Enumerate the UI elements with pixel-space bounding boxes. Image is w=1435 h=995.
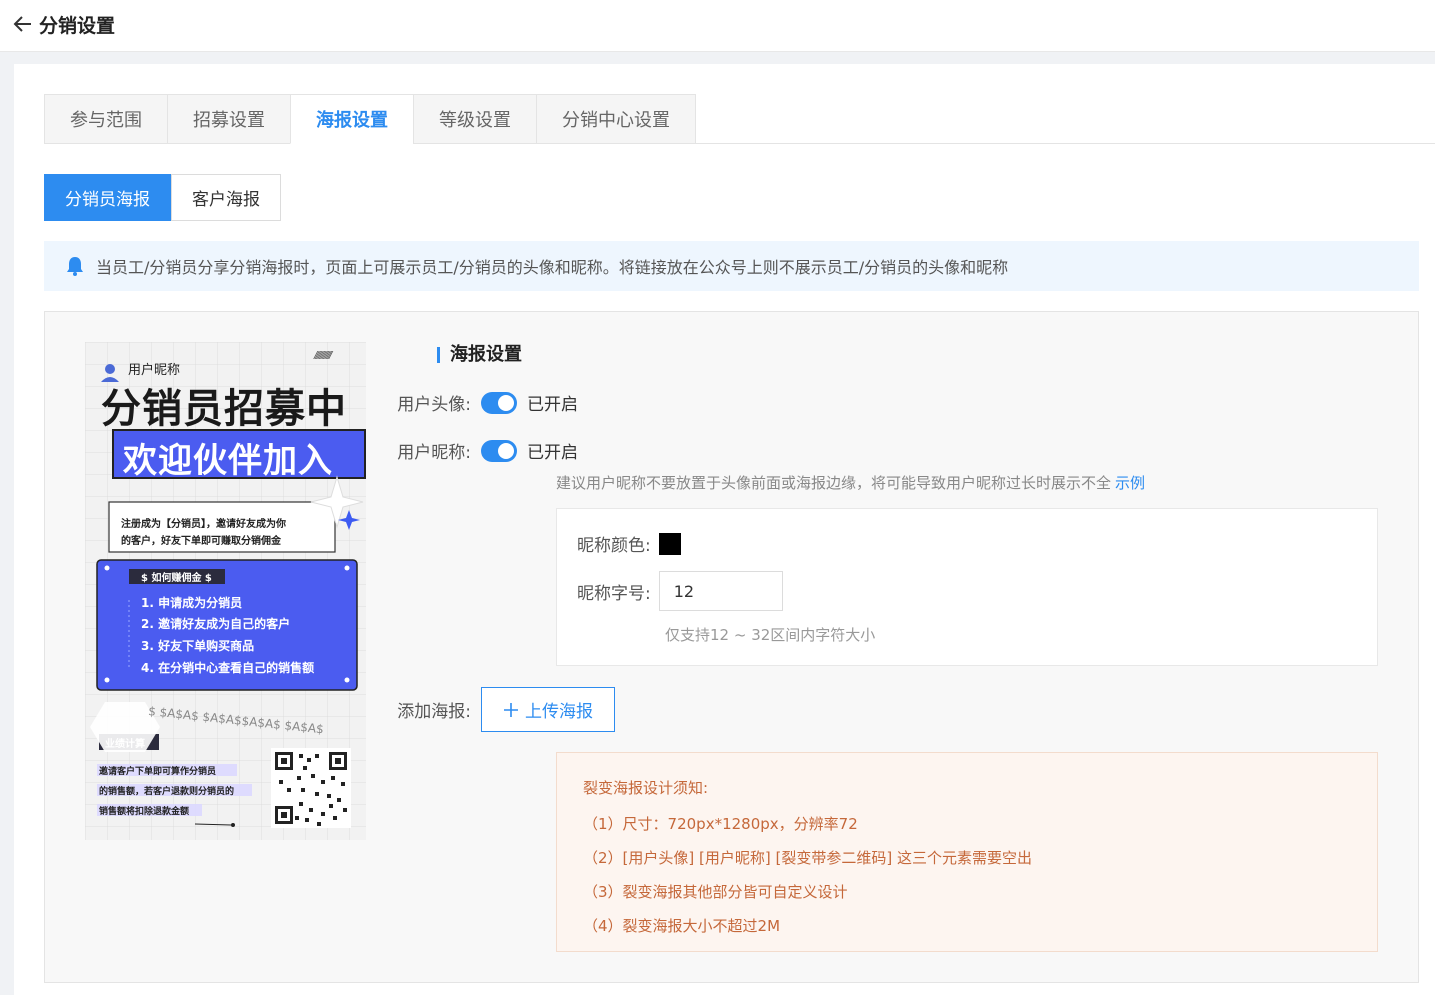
avatar-state: 已开启 bbox=[527, 395, 578, 415]
poster-step-1: 1. 申请成为分销员 bbox=[141, 596, 243, 610]
tab-center[interactable]: 分销中心设置 bbox=[536, 94, 696, 144]
nickname-label: 用户昵称: bbox=[397, 443, 471, 463]
tab-poster[interactable]: 海报设置 bbox=[290, 94, 414, 144]
avatar-row: 用户头像: 已开启 bbox=[361, 390, 578, 415]
poster-preview: 用户昵称 //////////// 分销员招募中 欢迎伙伴加入 注册成为【分销员… bbox=[85, 342, 366, 840]
notice-bar: 当员工/分销员分享分销海报时，页面上可展示员工/分销员的头像和昵称。将链接放在公… bbox=[44, 241, 1419, 291]
poster-calc-line-3: 销售额将扣除退款金额 bbox=[99, 807, 190, 817]
main-panel: 参与范围 招募设置 海报设置 等级设置 分销中心设置 分销员海报 客户海报 当员… bbox=[14, 64, 1435, 995]
poster-calc-line-2: 的销售额，若客户退款则分销员的 bbox=[99, 787, 235, 797]
poster-intro-line1: 注册成为【分销员】，邀请好友成为你 bbox=[121, 519, 286, 530]
poster-step-4: 4. 在分销中心查看自己的销售额 bbox=[141, 661, 315, 675]
subtab-distributor-poster[interactable]: 分销员海报 bbox=[44, 174, 171, 221]
rules-title: 裂变海报设计须知: bbox=[583, 779, 709, 797]
rule-item: （2）[用户头像] [用户昵称] [裂变带参二维码] 这三个元素需要空出 bbox=[583, 849, 1032, 867]
plus-icon bbox=[504, 702, 518, 717]
poster-slashes: //////////// bbox=[314, 350, 332, 361]
back-arrow-icon[interactable] bbox=[12, 13, 34, 35]
avatar-toggle[interactable] bbox=[481, 391, 517, 414]
poster-calc-title: 业绩计算 bbox=[105, 739, 145, 750]
qr-code bbox=[271, 748, 351, 828]
tab-recruit[interactable]: 招募设置 bbox=[167, 94, 291, 144]
example-link[interactable]: 示例 bbox=[1115, 474, 1145, 492]
rule-item: （3）裂变海报其他部分皆可自定义设计 bbox=[583, 883, 848, 901]
color-label: 昵称颜色: bbox=[577, 536, 651, 556]
notice-text: 当员工/分销员分享分销海报时，页面上可展示员工/分销员的头像和昵称。将链接放在公… bbox=[96, 258, 1009, 277]
design-rules: 裂变海报设计须知: （1）尺寸：720px*1280px，分辨率72 （2）[用… bbox=[556, 752, 1378, 952]
poster-type-tabs: 分销员海报 客户海报 bbox=[44, 174, 281, 221]
upload-poster-label: 上传海报 bbox=[525, 702, 593, 722]
top-bar: 分销设置 bbox=[0, 0, 1435, 52]
poster-headline: 分销员招募中 bbox=[101, 386, 347, 432]
poster-step-3: 3. 好友下单购买商品 bbox=[141, 639, 255, 653]
rule-item: （4）裂变海报大小不超过2M bbox=[583, 917, 781, 935]
poster-calc-line-1: 邀请客户下单即可算作分销员 bbox=[99, 767, 217, 777]
poster-banner: 欢迎伙伴加入 bbox=[123, 441, 333, 481]
upload-poster-button[interactable]: 上传海报 bbox=[481, 687, 615, 732]
nickname-row: 用户昵称: 已开启 bbox=[361, 438, 578, 463]
page-title: 分销设置 bbox=[39, 15, 116, 37]
poster-settings-area: 用户昵称 //////////// 分销员招募中 欢迎伙伴加入 注册成为【分销员… bbox=[44, 311, 1419, 983]
avatar-label: 用户头像: bbox=[397, 395, 471, 415]
add-poster-label: 添加海报: bbox=[397, 702, 471, 722]
nickname-size-input[interactable] bbox=[658, 571, 783, 611]
subtab-customer-poster[interactable]: 客户海报 bbox=[171, 174, 281, 221]
color-row: 昵称颜色: bbox=[577, 531, 681, 556]
poster-intro-line2: 的客户，好友下单即可赚取分销佣金 bbox=[121, 536, 281, 547]
section-title: 海报设置 bbox=[437, 346, 522, 364]
tab-scope[interactable]: 参与范围 bbox=[44, 94, 168, 144]
tab-level[interactable]: 等级设置 bbox=[413, 94, 537, 144]
nickname-state: 已开启 bbox=[527, 443, 578, 463]
nickname-color-swatch[interactable] bbox=[658, 532, 681, 555]
poster-step-2: 2. 邀请好友成为自己的客户 bbox=[141, 617, 291, 631]
tab-bar: 参与范围 招募设置 海报设置 等级设置 分销中心设置 bbox=[44, 94, 1435, 144]
rule-item: （1）尺寸：720px*1280px，分辨率72 bbox=[583, 815, 858, 833]
poster-how-title: $ 如何赚佣金 $ bbox=[141, 573, 212, 584]
bell-icon bbox=[67, 257, 83, 276]
nickname-tip: 建议用户昵称不要放置于头像前面或海报边缘，将可能导致用户昵称过长时展示不全 示例 bbox=[556, 472, 1145, 493]
size-row: 昵称字号: bbox=[577, 571, 783, 611]
size-hint: 仅支持12 ~ 32区间内字符大小 bbox=[665, 626, 876, 644]
nickname-toggle[interactable] bbox=[481, 439, 517, 462]
nickname-tip-text: 建议用户昵称不要放置于头像前面或海报边缘，将可能导致用户昵称过长时展示不全 bbox=[556, 474, 1112, 492]
size-label: 昵称字号: bbox=[577, 583, 651, 604]
add-poster-row: 添加海报: 上传海报 bbox=[361, 687, 615, 732]
nickname-style-box: 昵称颜色: 昵称字号: 仅支持12 ~ 32区间内字符大小 bbox=[556, 508, 1378, 666]
